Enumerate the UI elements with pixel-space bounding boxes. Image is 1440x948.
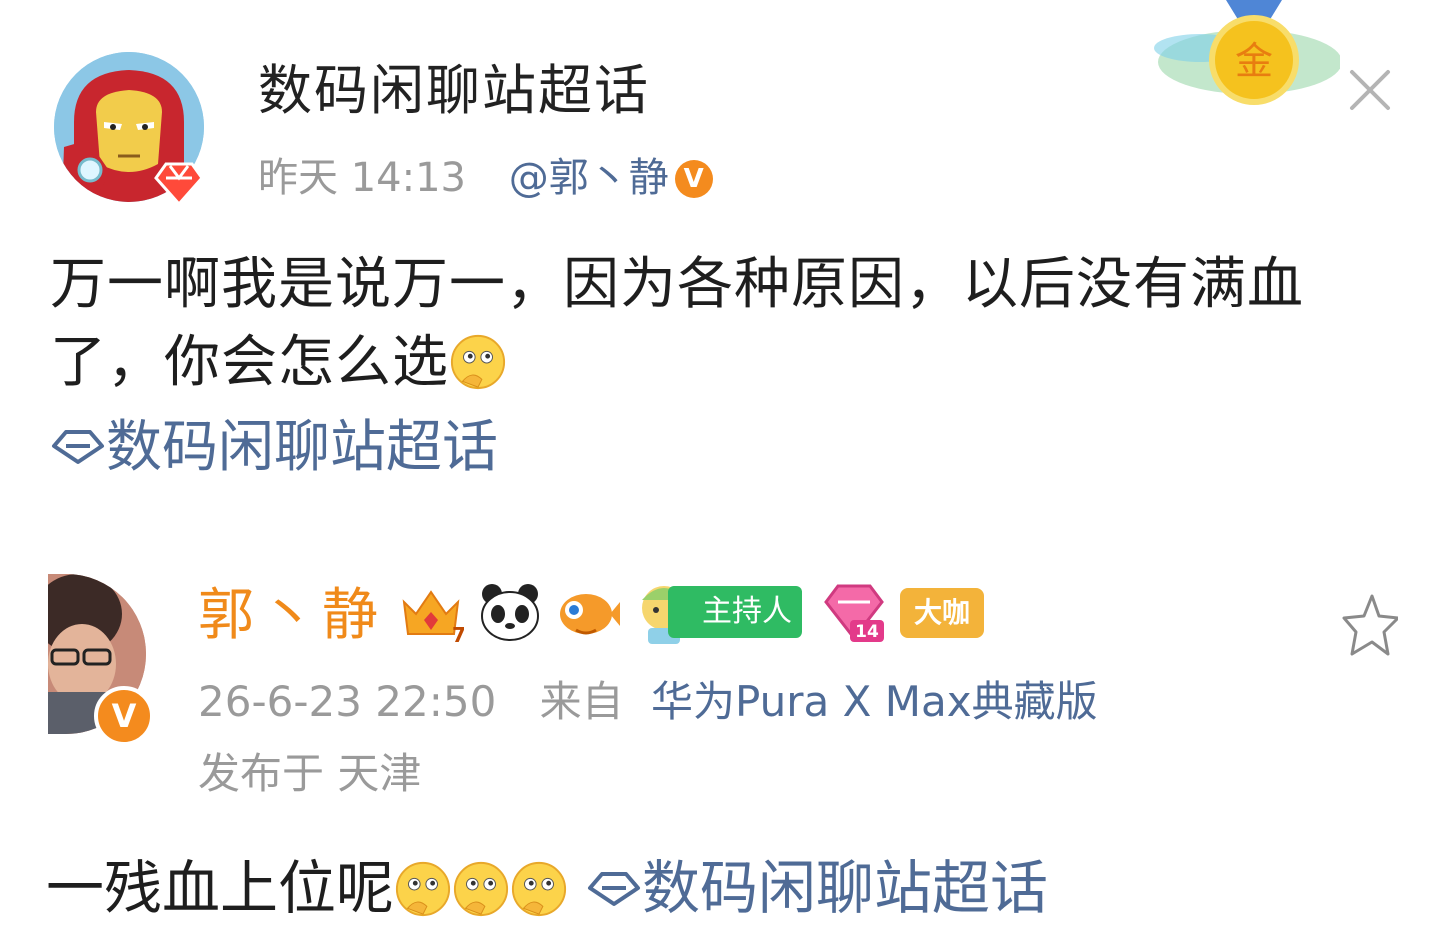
medal-label: 金: [1235, 39, 1273, 83]
supertopic-diamond-icon: [52, 430, 104, 464]
comment-datetime: 26-6-23 22:50: [198, 677, 497, 726]
comment-body: 一残血上位呢 数码闲聊站超话: [46, 850, 1048, 926]
commenter-verified-icon: V: [94, 686, 154, 746]
supertopic-diamond-icon: [588, 872, 641, 906]
comment-supertopic-label: 数码闲聊站超话: [642, 854, 1049, 922]
supertopic-title[interactable]: 数码闲聊站超话: [258, 56, 650, 126]
post-body-line1: 万一啊我是说万一，因为各种原因，以后没有满血: [50, 252, 1304, 317]
host-badge[interactable]: 主持人: [668, 586, 802, 638]
daka-badge[interactable]: 大咖: [900, 588, 984, 638]
post-body-line2-wrap: 了，你会怎么选: [50, 324, 1400, 402]
comment-supertopic-link[interactable]: 数码闲聊站超话: [586, 854, 1048, 922]
supertopic-link-label: 数码闲聊站超话: [106, 415, 498, 480]
post-meta: 昨天 14:13 @郭丶静 V: [258, 150, 713, 206]
post-body-line2: 了，你会怎么选: [50, 330, 449, 395]
panda-icon[interactable]: [478, 580, 542, 644]
thinking-emoji-icon: [453, 861, 509, 917]
crown-icon[interactable]: 7: [398, 580, 464, 646]
comment-text: 一残血上位呢: [46, 854, 395, 922]
close-icon: [1350, 70, 1390, 110]
thinking-emoji-icon: [450, 334, 506, 390]
favorite-button[interactable]: [1342, 592, 1400, 662]
level-number: 14: [855, 622, 879, 642]
star-icon: [1342, 594, 1400, 656]
post-time: 昨天 14:13: [258, 155, 466, 201]
supertopic-link[interactable]: 数码闲聊站超话: [50, 412, 498, 484]
crown-level: 7: [452, 623, 464, 646]
comment-location: 发布于 天津: [198, 749, 422, 798]
level-diamond-icon[interactable]: 14: [822, 580, 886, 646]
author-mention[interactable]: @郭丶静: [509, 155, 669, 201]
thinking-emoji-icon: [395, 861, 451, 917]
comment-device[interactable]: 华为Pura X Max典藏版: [651, 677, 1098, 726]
comment-from-label: 来自: [539, 677, 624, 726]
comment-meta: 26-6-23 22:50 来自 华为Pura X Max典藏版: [198, 672, 1098, 732]
commenter-name[interactable]: 郭丶静: [198, 580, 384, 652]
thinking-emoji-icon: [511, 861, 567, 917]
verified-icon: V: [674, 160, 713, 198]
diamond-badge-icon: [152, 160, 206, 207]
post-body: 万一啊我是说万一，因为各种原因，以后没有满血 了，你会怎么选: [50, 246, 1400, 402]
gold-medal-icon[interactable]: 金: [1140, 0, 1342, 110]
close-button[interactable]: [1344, 64, 1396, 116]
fish-icon[interactable]: [554, 580, 620, 644]
